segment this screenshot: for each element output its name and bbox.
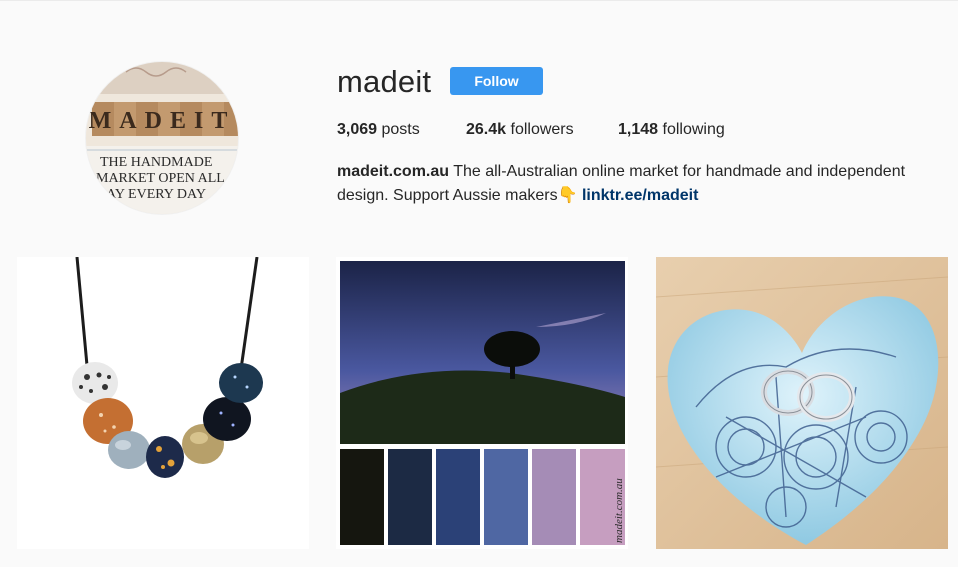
pointing-down-emoji: 👇	[557, 187, 578, 204]
avatar-stamp-text: MADEIT	[89, 108, 236, 134]
profile-username: madeit	[337, 64, 432, 99]
avatar-text-line-2: MARKET OPEN ALL	[96, 171, 225, 186]
following-stat[interactable]: 1,148 following	[618, 121, 725, 139]
avatar-text-line-3: DAY EVERY DAY	[96, 187, 206, 202]
followers-count: 26.4k	[466, 121, 507, 138]
necklace-image	[17, 257, 309, 549]
post-tile-necklace[interactable]	[17, 257, 309, 549]
post-tile-heart-ring-dish[interactable]	[656, 257, 948, 549]
avatar-text-line-1: THE HANDMADE	[100, 155, 212, 170]
following-count: 1,148	[618, 121, 659, 138]
palette-swatch	[436, 449, 480, 545]
palette-swatch	[340, 449, 384, 545]
following-label: following	[662, 121, 725, 138]
heart-ring-dish-image	[656, 257, 948, 549]
followers-stat[interactable]: 26.4k followers	[466, 121, 574, 139]
top-divider	[0, 0, 958, 1]
follow-button[interactable]: Follow	[450, 67, 543, 95]
post-tile-night-sky-palette[interactable]: madeit.com.au	[336, 257, 628, 549]
night-sky-palette-image: madeit.com.au	[336, 257, 628, 549]
profile-bio: madeit.com.au The all-Australian online …	[337, 160, 937, 208]
posts-count: 3,069	[337, 121, 378, 138]
palette-swatch	[388, 449, 432, 545]
posts-label: posts	[381, 121, 420, 138]
palette-swatch	[532, 449, 576, 545]
palette-swatch	[484, 449, 528, 545]
followers-label: followers	[510, 121, 574, 138]
palette-watermark: madeit.com.au	[613, 478, 625, 543]
avatar-image: MADEIT THE HANDMADE MARKET OPEN ALL DAY …	[86, 62, 238, 214]
posts-stat: 3,069 posts	[337, 121, 420, 139]
profile-avatar[interactable]: MADEIT THE HANDMADE MARKET OPEN ALL DAY …	[86, 62, 238, 214]
bio-name: madeit.com.au	[337, 163, 450, 180]
bio-link[interactable]: linktr.ee/madeit	[582, 187, 699, 204]
